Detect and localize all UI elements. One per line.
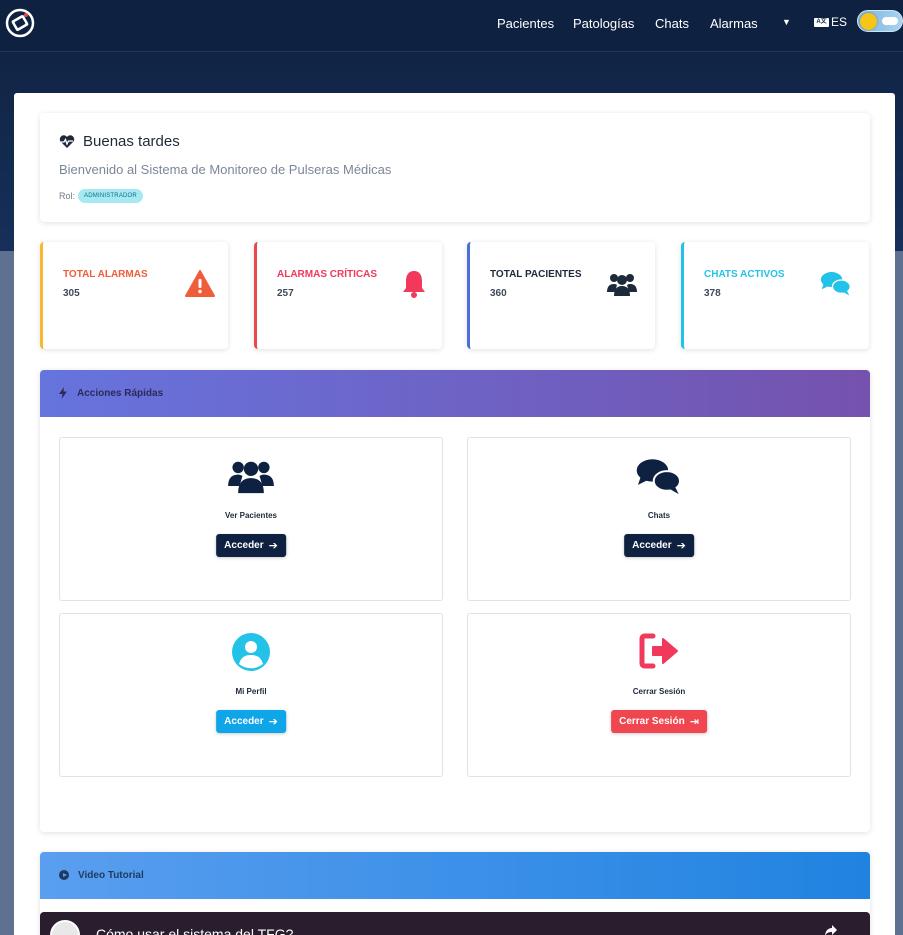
sign-out-small-icon: ⇥ — [689, 716, 699, 728]
navbar: Pacientes Patologías Chats Alarmas ▼ A文 … — [0, 0, 903, 52]
role-row: Rol: ADMINISTRADOR — [59, 189, 143, 203]
action-label: Chats — [647, 511, 671, 520]
welcome-heading: Buenas tardes — [59, 133, 180, 150]
language-selector[interactable]: A文 ES — [814, 15, 847, 29]
share-icon[interactable] — [824, 924, 838, 935]
stat-value: 257 — [277, 288, 294, 299]
quick-actions-panel: Acciones Rápidas Ver Pacientes Acceder ➔ — [40, 370, 870, 832]
play-circle-icon — [59, 870, 69, 880]
dropdown-caret-icon[interactable]: ▼ — [782, 17, 791, 27]
welcome-card: Buenas tardes Bienvenido al Sistema de M… — [40, 113, 870, 222]
warning-icon — [185, 270, 215, 297]
acceder-pacientes-button[interactable]: Acceder ➔ — [216, 534, 286, 557]
bell-icon — [403, 271, 425, 298]
bracelet-logo-icon[interactable] — [5, 8, 35, 38]
stat-label: ALARMAS CRÍTICAS — [277, 269, 377, 280]
welcome-subtitle: Bienvenido al Sistema de Monitoreo de Pu… — [59, 162, 392, 177]
channel-avatar[interactable] — [50, 920, 80, 935]
sign-out-icon — [639, 633, 678, 669]
arrow-right-icon: ➔ — [268, 540, 278, 552]
role-badge: ADMINISTRADOR — [78, 189, 143, 203]
bolt-icon — [59, 387, 67, 399]
video-title[interactable]: Cómo usar el sistema del TFG? — [96, 926, 293, 935]
heartbeat-icon — [59, 134, 75, 148]
arrow-right-icon: ➔ — [676, 540, 686, 552]
main-container: Buenas tardes Bienvenido al Sistema de M… — [14, 93, 895, 935]
translate-icon: A文 — [814, 17, 829, 27]
button-label: Acceder — [632, 540, 672, 551]
welcome-title: Buenas tardes — [83, 133, 180, 150]
stat-card-chats-activos: CHATS ACTIVOS 378 — [681, 242, 869, 349]
action-label: Mi Perfil — [235, 687, 267, 696]
cerrar-sesion-button[interactable]: Cerrar Sesión ⇥ — [611, 710, 707, 733]
action-card-logout: Cerrar Sesión Cerrar Sesión ⇥ — [467, 613, 851, 777]
sun-icon — [860, 13, 877, 30]
quick-actions-header: Acciones Rápidas — [40, 370, 870, 417]
acceder-perfil-button[interactable]: Acceder ➔ — [216, 710, 286, 733]
arrow-right-icon: ➔ — [268, 716, 278, 728]
stat-card-alarmas-criticas: ALARMAS CRÍTICAS 257 — [254, 242, 442, 349]
users-icon — [607, 274, 637, 296]
stat-label: CHATS ACTIVOS — [704, 269, 785, 280]
stat-card-total-pacientes: TOTAL PACIENTES 360 — [467, 242, 655, 349]
action-label: Ver Pacientes — [224, 511, 278, 520]
acceder-chats-button[interactable]: Acceder ➔ — [624, 534, 694, 557]
video-player[interactable]: Cómo usar el sistema del TFG? — [40, 912, 870, 935]
nav-alarmas[interactable]: Alarmas — [710, 16, 758, 31]
button-label: Acceder — [224, 716, 264, 727]
quick-actions-title: Acciones Rápidas — [77, 388, 164, 399]
comments-icon — [820, 272, 851, 296]
stat-value: 305 — [63, 288, 80, 299]
theme-toggle[interactable] — [857, 10, 903, 32]
stat-value: 378 — [704, 288, 721, 299]
action-card-chats: Chats Acceder ➔ — [467, 437, 851, 601]
stat-label: TOTAL ALARMAS — [63, 269, 148, 280]
user-circle-icon — [232, 633, 270, 671]
button-label: Cerrar Sesión — [619, 716, 685, 727]
language-code: ES — [831, 15, 848, 29]
video-tutorial-panel: Video Tutorial Cómo usar el sistema del … — [40, 852, 870, 935]
nav-patologias[interactable]: Patologías — [573, 16, 634, 31]
action-card-pacientes: Ver Pacientes Acceder ➔ — [59, 437, 443, 601]
cloud-icon — [882, 17, 898, 25]
video-tutorial-header: Video Tutorial — [40, 852, 870, 899]
stat-value: 360 — [490, 288, 507, 299]
button-label: Acceder — [224, 540, 264, 551]
role-label: Rol: — [59, 191, 76, 201]
nav-pacientes[interactable]: Pacientes — [497, 16, 554, 31]
video-tutorial-title: Video Tutorial — [78, 870, 144, 881]
nav-chats[interactable]: Chats — [655, 16, 689, 31]
users-icon — [228, 461, 274, 494]
action-card-perfil: Mi Perfil Acceder ➔ — [59, 613, 443, 777]
comments-icon — [636, 459, 681, 495]
stat-label: TOTAL PACIENTES — [490, 269, 582, 280]
action-label: Cerrar Sesión — [632, 687, 686, 696]
stat-card-total-alarmas: TOTAL ALARMAS 305 — [40, 242, 228, 349]
